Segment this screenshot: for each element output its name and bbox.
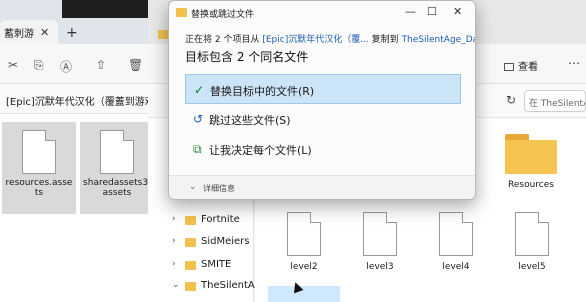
- file-item[interactable]: level4: [426, 212, 486, 272]
- dialog-heading: 目标包含 2 个同名文件: [185, 50, 309, 64]
- minimize-icon[interactable]: —: [405, 5, 416, 18]
- tab-close-icon[interactable]: ✕: [40, 26, 49, 39]
- folder-name: Resources: [508, 180, 554, 190]
- folder-item[interactable]: Resources: [501, 134, 561, 190]
- replace-skip-dialog: 替换或跳过文件 — ☐ ✕ 正在将 2 个项目从 [Epic]沉默年代汉化（覆.…: [168, 0, 476, 200]
- chevron-down-icon[interactable]: ⌄: [172, 280, 180, 290]
- file-icon: [22, 130, 56, 174]
- skip-option[interactable]: ↺ 跳过这些文件(S): [185, 104, 461, 134]
- view-label: 查看: [518, 62, 538, 73]
- more-options-icon[interactable]: ⋯: [568, 56, 580, 70]
- file-item[interactable]: level2: [274, 212, 334, 272]
- option-label: 替换目标中的文件(R): [210, 85, 315, 98]
- folder-icon: [185, 216, 196, 225]
- file-name: level4: [442, 262, 470, 272]
- chevron-right-icon[interactable]: ›: [172, 259, 176, 269]
- selected-item-highlight: [268, 286, 340, 302]
- share-icon[interactable]: ⇧: [96, 58, 106, 72]
- details-toggle[interactable]: ⌄ 详细信息: [169, 175, 475, 199]
- skip-icon: ↺: [193, 112, 204, 126]
- delete-icon[interactable]: 🗑: [128, 58, 143, 72]
- file-name: resources.assets: [5, 178, 73, 198]
- file-name: sharedassets3.assets: [83, 178, 151, 198]
- copy-icon[interactable]: ⎘: [34, 58, 44, 73]
- folder-icon: [185, 261, 196, 270]
- option-label: 跳过这些文件(S): [209, 114, 291, 127]
- file-item[interactable]: level5: [502, 212, 562, 272]
- check-icon: ✓: [194, 83, 205, 97]
- file-name: level2: [290, 262, 318, 272]
- folder-icon: [505, 134, 557, 174]
- copy-info-prefix: 正在将 2 个项目从: [185, 35, 260, 45]
- maximize-icon[interactable]: ☐: [427, 5, 437, 18]
- nav-label: TheSilentA: [201, 280, 255, 291]
- tab-label: 蓄刺游: [4, 29, 34, 40]
- details-label: 详细信息: [203, 184, 235, 193]
- file-icon: [363, 212, 397, 256]
- nav-label: SidMeiers: [201, 236, 250, 247]
- file-name: level5: [518, 262, 546, 272]
- dialog-title: 替换或跳过文件: [191, 10, 255, 20]
- nav-label: Fortnite: [201, 214, 240, 225]
- replace-option[interactable]: ✓ 替换目标中的文件(R): [185, 74, 461, 104]
- search-placeholder: 在 TheSilentA: [529, 99, 586, 109]
- rename-icon[interactable]: Ⓐ: [60, 58, 72, 75]
- tab-explorer[interactable]: 蓄刺游: [0, 20, 58, 44]
- close-icon[interactable]: ✕: [453, 5, 462, 18]
- file-icon: [515, 212, 549, 256]
- view-icon: [504, 63, 514, 71]
- choose-icon: ⧉: [193, 142, 202, 156]
- copy-info-mid: 复制到: [371, 35, 399, 45]
- option-label: 让我决定每个文件(L): [209, 144, 312, 157]
- folder-icon: [185, 282, 196, 291]
- file-item[interactable]: resources.assets: [2, 122, 76, 214]
- file-icon: [439, 212, 473, 256]
- file-item[interactable]: level3: [350, 212, 410, 272]
- file-item[interactable]: sharedassets3.assets: [80, 122, 154, 214]
- cut-icon[interactable]: ✂: [8, 58, 18, 72]
- decide-each-option[interactable]: ⧉ 让我决定每个文件(L): [185, 134, 461, 164]
- nav-label: SMITE: [201, 259, 232, 270]
- destination-link[interactable]: TheSilentAge_Data: [402, 35, 475, 45]
- chevron-right-icon[interactable]: ›: [172, 214, 176, 224]
- dialog-titlebar: 替换或跳过文件 — ☐ ✕: [169, 1, 475, 25]
- file-name: level3: [366, 262, 394, 272]
- folder-icon: [185, 238, 196, 247]
- chevron-right-icon[interactable]: ›: [172, 236, 176, 246]
- view-button[interactable]: 查看: [504, 58, 538, 73]
- copy-info: 正在将 2 个项目从 [Epic]沉默年代汉化（覆... 复制到 TheSile…: [185, 32, 475, 45]
- source-link[interactable]: [Epic]沉默年代汉化（覆...: [262, 35, 368, 45]
- file-icon: [287, 212, 321, 256]
- file-icon: [100, 130, 134, 174]
- refresh-icon[interactable]: ↻: [506, 93, 516, 107]
- search-input[interactable]: 在 TheSilentA: [524, 90, 586, 112]
- new-tab-icon[interactable]: +: [66, 25, 78, 41]
- folder-icon: [176, 8, 187, 17]
- chevron-down-icon: ⌄: [189, 182, 197, 192]
